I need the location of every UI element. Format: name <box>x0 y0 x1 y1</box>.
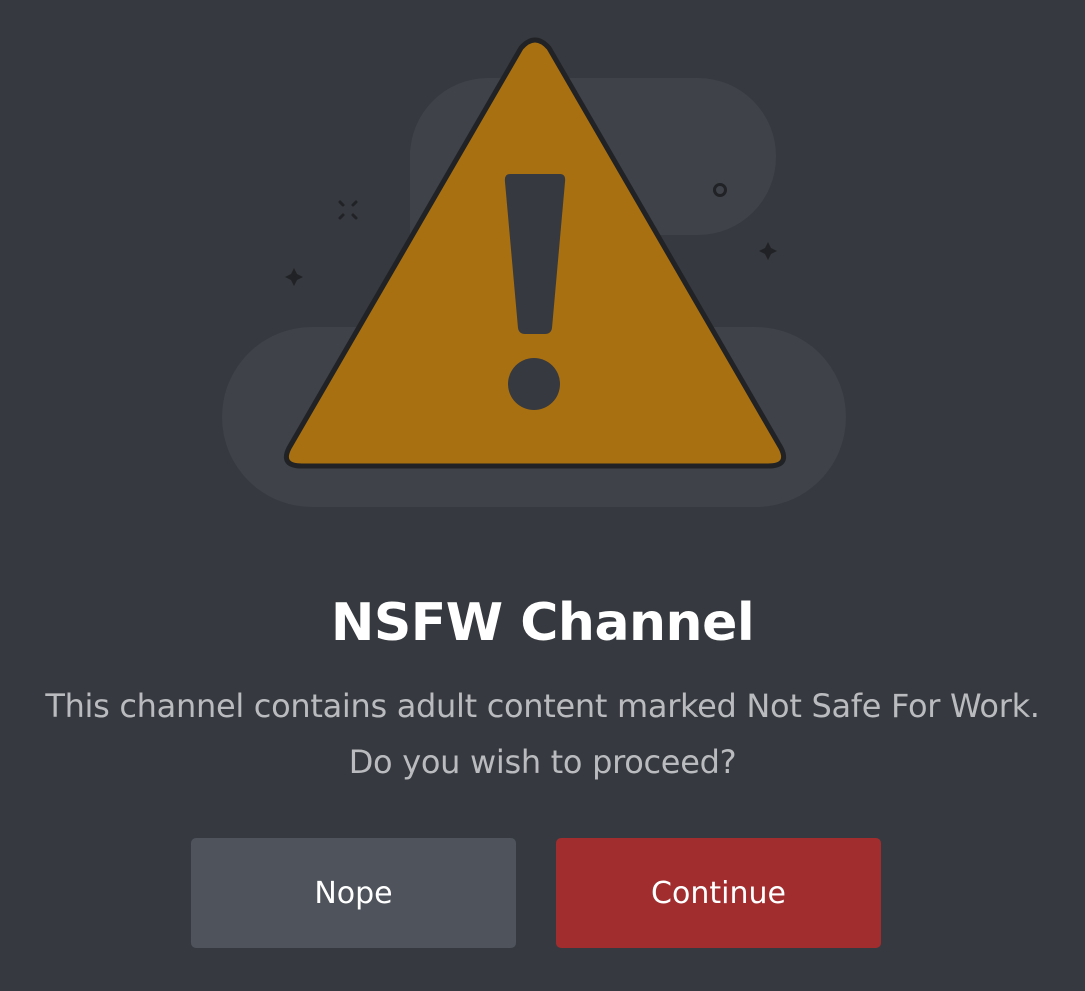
nsfw-illustration <box>0 0 1085 540</box>
dialog-title: NSFW Channel <box>330 593 755 653</box>
plus-sparkle-icon <box>285 268 303 286</box>
exclamation-dot <box>508 358 560 410</box>
illustration-canvas <box>222 37 846 507</box>
cross-sparkle-icon <box>338 200 358 220</box>
nope-button[interactable]: Nope <box>191 838 516 948</box>
plus-sparkle-icon-right <box>759 242 777 260</box>
continue-button[interactable]: Continue <box>556 838 881 948</box>
dialog-description: This channel contains adult content mark… <box>0 678 1085 790</box>
description-line-1: This channel contains adult content mark… <box>45 687 1040 725</box>
description-line-2: Do you wish to proceed? <box>348 743 737 781</box>
